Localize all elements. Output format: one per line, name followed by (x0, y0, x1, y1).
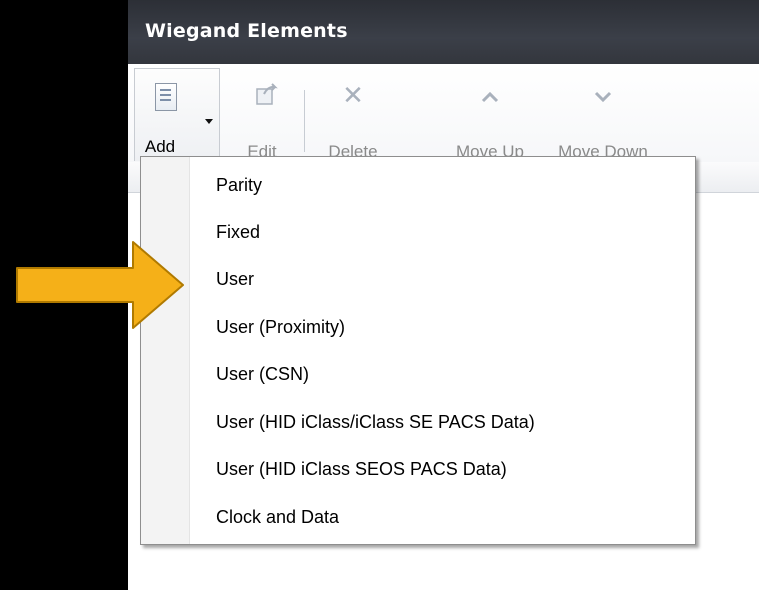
move-down-button[interactable]: Move Down (538, 76, 668, 161)
menu-item-user[interactable]: User (141, 257, 695, 303)
menu-item-user-hid-iclass-seos[interactable]: User (HID iClass SEOS PACS Data) (141, 447, 695, 493)
toolbar: Add Edit ✕ Delete Move Up Move Down (128, 64, 759, 163)
arrow-right-icon (16, 241, 184, 329)
add-dropdown-menu: Parity Fixed User User (Proximity) User … (140, 156, 696, 545)
edit-document-icon (256, 83, 278, 105)
menu-item-user-hid-iclass-se[interactable]: User (HID iClass/iClass SE PACS Data) (141, 400, 695, 446)
menu-item-user-csn[interactable]: User (CSN) (141, 352, 695, 398)
menu-item-clock-and-data[interactable]: Clock and Data (141, 495, 695, 541)
menu-item-label: Parity (216, 175, 263, 195)
edit-button[interactable]: Edit (232, 76, 292, 161)
menu-item-label: Clock and Data (216, 507, 340, 527)
dropdown-arrow-icon[interactable] (205, 119, 213, 124)
add-document-icon (155, 83, 177, 111)
menu-item-parity[interactable]: Parity (141, 163, 695, 209)
delete-x-icon: ✕ (342, 81, 364, 111)
delete-button[interactable]: ✕ Delete (314, 76, 392, 161)
menu-item-user-proximity[interactable]: User (Proximity) (141, 305, 695, 351)
menu-item-label: User (HID iClass SEOS PACS Data) (216, 459, 507, 479)
chevron-up-icon (481, 91, 499, 103)
window-title: Wiegand Elements (145, 20, 348, 42)
toolbar-separator (304, 90, 305, 152)
menu-item-label: User (HID iClass/iClass SE PACS Data) (216, 412, 535, 432)
menu-item-fixed[interactable]: Fixed (141, 210, 695, 256)
menu-item-label: User (Proximity) (216, 317, 345, 337)
add-button-label: Add (144, 137, 176, 156)
move-up-button[interactable]: Move Up (442, 76, 538, 161)
menu-item-label: User (216, 269, 255, 289)
menu-item-label: Fixed (216, 222, 261, 242)
add-button[interactable]: Add (134, 68, 220, 161)
menu-item-label: User (CSN) (216, 364, 309, 384)
title-bar: Wiegand Elements (128, 0, 759, 64)
chevron-down-icon (594, 91, 612, 103)
